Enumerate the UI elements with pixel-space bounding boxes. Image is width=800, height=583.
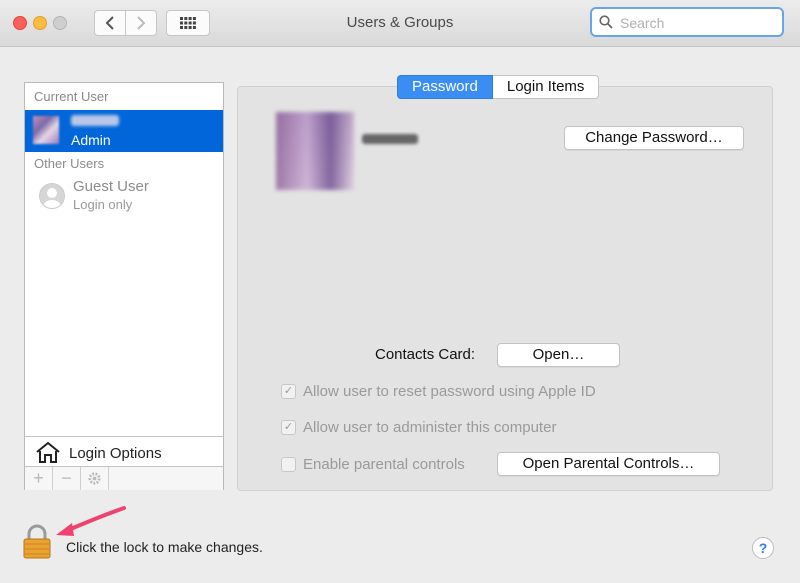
add-user-button[interactable]: + (25, 467, 53, 490)
administer-computer-checkbox[interactable]: ✓ (281, 419, 296, 435)
guest-user-name[interactable]: Guest User (73, 178, 149, 195)
tab-login-items[interactable]: Login Items (492, 75, 600, 99)
lock-button[interactable] (22, 524, 52, 565)
parental-controls-row: Enable parental controls (281, 455, 465, 473)
title-bar: Users & Groups (0, 0, 800, 47)
change-password-button[interactable]: Change Password… (564, 126, 744, 150)
current-user-item[interactable]: Admin (25, 110, 223, 152)
pink-arrow-annotation-icon (56, 506, 126, 536)
house-icon (36, 441, 60, 463)
parental-controls-label: Enable parental controls (303, 455, 465, 473)
administer-computer-row: ✓ Allow user to administer this computer (281, 418, 556, 436)
guest-user-subtitle: Login only (73, 197, 133, 212)
user-picture[interactable] (276, 112, 354, 190)
reset-password-apple-id-label: Allow user to reset password using Apple… (303, 382, 596, 400)
lock-icon (23, 524, 51, 559)
open-parental-controls-button[interactable]: Open Parental Controls… (497, 452, 720, 476)
guest-user-avatar-icon (39, 183, 65, 209)
search-icon (599, 15, 613, 29)
other-users-header: Other Users (34, 156, 105, 171)
open-contacts-card-button[interactable]: Open… (497, 343, 620, 367)
sidebar-button-bar: + − (25, 466, 223, 490)
user-full-name-redacted (362, 134, 418, 144)
search-input[interactable] (618, 13, 782, 33)
users-sidebar: Current User Admin Other Users Guest Use… (24, 82, 224, 490)
action-gear-button[interactable] (81, 467, 109, 490)
user-role: Admin (71, 132, 111, 148)
user-name-redacted (71, 115, 119, 126)
login-options-label: Login Options (69, 445, 162, 462)
contacts-card-label: Contacts Card: (375, 346, 476, 363)
current-user-header: Current User (34, 89, 109, 104)
parental-controls-checkbox[interactable] (281, 456, 296, 472)
help-button[interactable]: ? (752, 537, 774, 559)
tab-password[interactable]: Password (397, 75, 493, 99)
administer-computer-label: Allow user to administer this computer (303, 418, 557, 436)
login-options-item[interactable]: Login Options (25, 436, 223, 467)
reset-password-apple-id-row: ✓ Allow user to reset password using App… (281, 382, 596, 400)
remove-user-button[interactable]: − (53, 467, 81, 490)
user-avatar (33, 116, 59, 144)
tab-bar: Password Login Items (397, 75, 600, 99)
search-field[interactable] (590, 7, 784, 37)
gear-icon (88, 472, 101, 485)
reset-password-apple-id-checkbox[interactable]: ✓ (281, 383, 296, 399)
lock-status-text: Click the lock to make changes. (66, 539, 263, 555)
